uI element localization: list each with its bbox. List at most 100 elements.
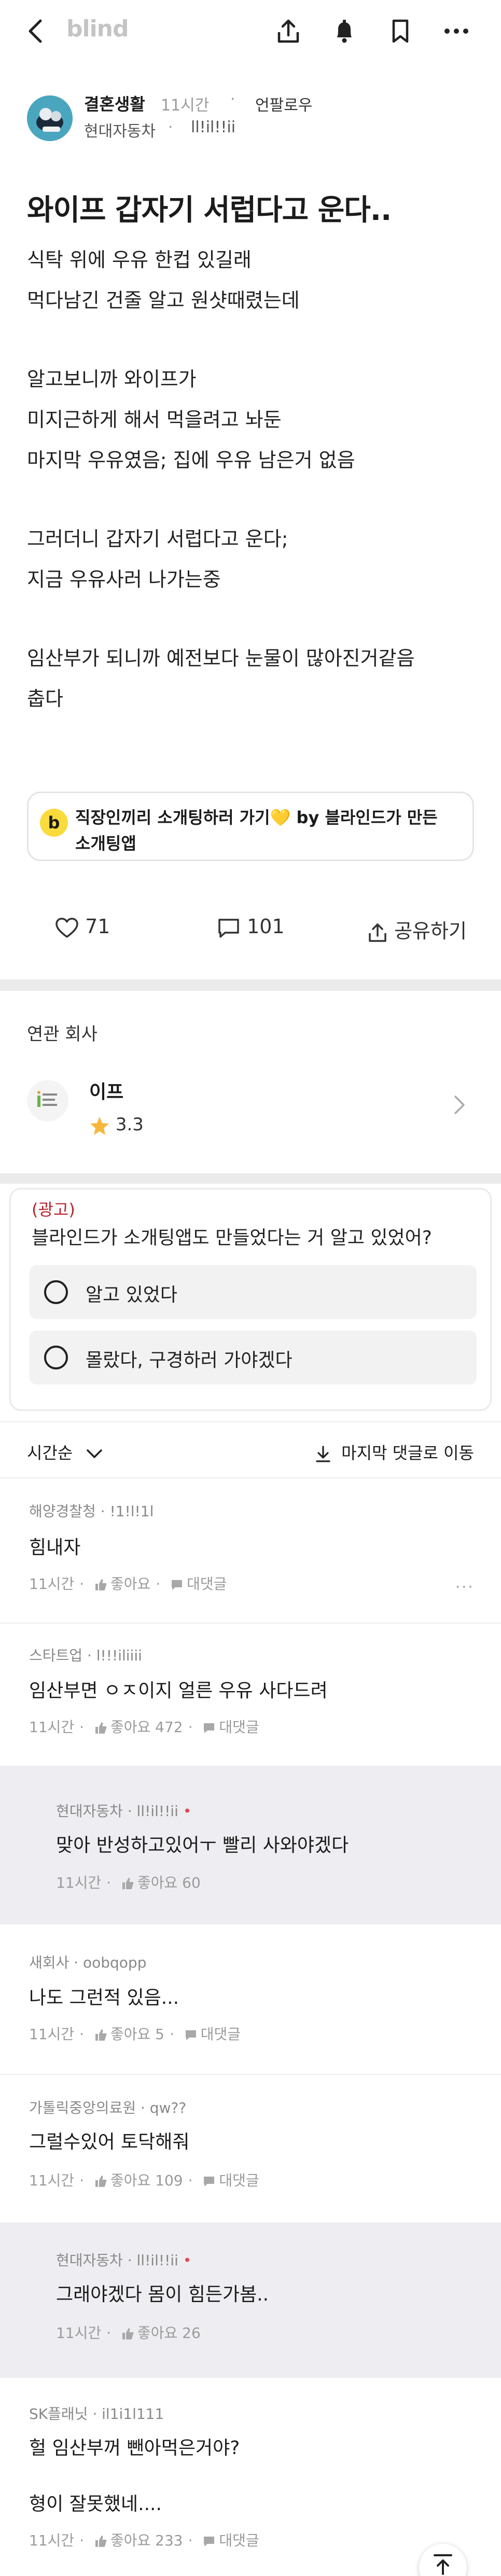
like-count: 71 bbox=[85, 915, 110, 938]
more-options-icon[interactable]: ··· bbox=[455, 1577, 474, 1597]
comment-text: 맞아 반성하고있어ㅜ 빨리 사와야겠다 bbox=[56, 1835, 349, 1856]
commenter-company[interactable]: SK플래닛 bbox=[29, 2405, 88, 2422]
comment-text: 그럴수있어 토닥해줘 bbox=[29, 2131, 190, 2153]
comment-like-button[interactable]: 좋아요 5 bbox=[94, 2026, 164, 2043]
comment-time: 11시간 bbox=[56, 1874, 102, 1891]
comment-meta: 새회사 · oobqopp bbox=[29, 1954, 147, 1971]
sort-dropdown[interactable]: 시간순 bbox=[27, 1440, 103, 1464]
share-button[interactable]: 공유하기 bbox=[367, 915, 467, 944]
comment-like-label: 좋아요 109 bbox=[110, 2172, 183, 2189]
reply-comment: 현대자동차 · ll!il!!ii • 그래야겠다 몸이 힘든가봄.. 11시간… bbox=[0, 2222, 501, 2378]
company-logo-image bbox=[37, 1091, 57, 1107]
commenter-company[interactable]: 해양경찰청 bbox=[29, 1503, 96, 1520]
section-divider bbox=[0, 1173, 501, 1184]
comment-reply-button[interactable]: 대댓글 bbox=[202, 2172, 259, 2189]
comment-text: 나도 그런적 있음... bbox=[29, 1987, 179, 2009]
more-options-icon[interactable] bbox=[442, 17, 471, 46]
rating-value: 3.3 bbox=[115, 1114, 144, 1135]
back-arrow-icon[interactable] bbox=[24, 18, 47, 45]
unfollow-button[interactable]: 언팔로우 bbox=[255, 92, 312, 115]
like-button[interactable]: 71 bbox=[55, 915, 110, 939]
section-divider bbox=[0, 979, 501, 991]
blind-b-icon: b bbox=[40, 809, 68, 837]
thumbs-up-icon bbox=[122, 1878, 134, 1889]
comment-button[interactable]: 101 bbox=[217, 915, 285, 939]
comment-icon bbox=[218, 918, 239, 938]
commenter-company[interactable]: 가톨릭중앙의료원 bbox=[29, 2099, 136, 2116]
poll-option[interactable]: 몰랐다, 구경하러 가야겠다 bbox=[30, 1331, 477, 1384]
comment-footer: 11시간 · 좋아요 233 · 대댓글 bbox=[29, 2532, 259, 2549]
comment-like-label: 좋아요 26 bbox=[137, 2324, 201, 2342]
star-icon bbox=[90, 1116, 109, 1135]
comment-meta: 해양경찰청 · !1!l!1l bbox=[29, 1503, 154, 1520]
speech-bubble-icon bbox=[172, 1580, 183, 1590]
comment-reply-label: 대댓글 bbox=[187, 1575, 227, 1592]
author-company[interactable]: 현대자동차 bbox=[84, 118, 156, 141]
ad-tag: (광고) bbox=[32, 1200, 75, 1220]
commenter-company[interactable]: 현대자동차 bbox=[56, 1803, 123, 1820]
comment-like-button[interactable]: 좋아요 bbox=[94, 1575, 150, 1592]
separator-dot: · bbox=[168, 118, 173, 136]
comment-like-button[interactable]: 좋아요 109 bbox=[94, 2172, 183, 2189]
bell-icon[interactable] bbox=[330, 17, 359, 46]
commenter-company[interactable]: 현대자동차 bbox=[56, 2252, 123, 2269]
banner-text-line: 소개팅앱 bbox=[75, 834, 136, 853]
related-company-name[interactable]: 이프 bbox=[89, 1077, 123, 1104]
dating-app-banner[interactable]: b 직장인끼리 소개팅하러 가기💛 by 블라인드가 만든 소개팅앱 bbox=[27, 792, 474, 861]
commenter-company[interactable]: 스타트업 bbox=[29, 1647, 82, 1664]
comment-like-button[interactable]: 좋아요 472 bbox=[94, 1719, 183, 1736]
comment-footer: 11시간 · 좋아요 26 bbox=[56, 2324, 201, 2342]
post-body-line: 임산부가 되니까 예전보다 눈물이 많아진거같음 bbox=[27, 647, 415, 670]
top-bar: blind bbox=[0, 0, 501, 62]
comment-reply-button[interactable]: 대댓글 bbox=[202, 2532, 259, 2549]
post-body-line: 지금 우유사러 나가는중 bbox=[27, 568, 221, 591]
comment-reply-label: 대댓글 bbox=[219, 2532, 259, 2549]
comment-like-button[interactable]: 좋아요 26 bbox=[121, 2324, 201, 2342]
comment-like-button[interactable]: 좋아요 60 bbox=[121, 1874, 201, 1891]
speech-bubble-icon bbox=[204, 2177, 215, 2186]
thumbs-up-icon bbox=[95, 2176, 107, 2187]
chevron-right-icon[interactable] bbox=[452, 1095, 467, 1115]
download-arrow-icon bbox=[316, 1446, 330, 1462]
company-logo[interactable] bbox=[27, 1080, 68, 1121]
commenter-company[interactable]: 새회사 bbox=[29, 1954, 69, 1971]
comment-reply-label: 대댓글 bbox=[200, 2026, 241, 2043]
arrow-up-icon bbox=[434, 2554, 452, 2575]
comment-footer: 11시간 · 좋아요 · 대댓글 bbox=[29, 1575, 227, 1592]
commenter-nickname: ll!il!!ii bbox=[136, 2252, 178, 2269]
comment-meta: 가톨릭중앙의료원 · qw?? bbox=[29, 2099, 187, 2116]
separator-dot: · bbox=[230, 90, 235, 108]
comment-time: 11시간 bbox=[29, 2026, 75, 2043]
comment-footer: 11시간 · 좋아요 5 · 대댓글 bbox=[29, 2026, 241, 2043]
reply-comment: 현대자동차 · ll!il!!ii • 맞아 반성하고있어ㅜ 빨리 사와야겠다 … bbox=[0, 1766, 501, 1924]
bookmark-icon[interactable] bbox=[386, 17, 415, 46]
scroll-to-top-button[interactable] bbox=[419, 2544, 467, 2576]
author-indicator-dot: • bbox=[183, 2252, 192, 2269]
board-name[interactable]: 결혼생활 bbox=[84, 91, 145, 115]
poll-option-label: 알고 있었다 bbox=[86, 1284, 178, 1306]
share-icon[interactable] bbox=[274, 17, 303, 46]
board-avatar[interactable] bbox=[27, 95, 73, 141]
poll-option[interactable]: 알고 있었다 bbox=[30, 1265, 477, 1319]
post-body-line: 미지근하게 해서 먹을려고 놔둔 bbox=[27, 408, 282, 431]
post-time: 11시간 bbox=[161, 96, 210, 115]
jump-to-last-comment[interactable]: 마지막 댓글로 이동 bbox=[315, 1440, 474, 1464]
commenter-nickname: il1i1l111 bbox=[102, 2405, 164, 2422]
comment-sort-bar: 시간순 마지막 댓글로 이동 bbox=[0, 1421, 501, 1478]
post-body-line: 식탁 위에 우유 한컵 있길래 bbox=[27, 248, 252, 271]
comment-like-button[interactable]: 좋아요 233 bbox=[94, 2532, 183, 2549]
comment-meta: 현대자동차 · ll!il!!ii • bbox=[56, 1803, 192, 1820]
comment: 새회사 · oobqopp 나도 그런적 있음... 11시간 · 좋아요 5 · … bbox=[0, 1924, 501, 2075]
comment-reply-button[interactable]: 대댓글 bbox=[184, 2026, 241, 2043]
post-actions: 71 101 공유하기 bbox=[0, 915, 501, 946]
comment-text: 그래야겠다 몸이 힘든가봄.. bbox=[56, 2284, 269, 2305]
ad-question: 블라인드가 소개팅앱도 만들었다는 거 알고 있었어? bbox=[32, 1227, 432, 1249]
comment-reply-button[interactable]: 대댓글 bbox=[202, 1719, 259, 1736]
comment-reply-button[interactable]: 대댓글 bbox=[170, 1575, 227, 1592]
post-body-line: 알고보니까 와이프가 bbox=[27, 368, 197, 391]
comment-footer: 11시간 · 좋아요 472 · 대댓글 bbox=[29, 1719, 259, 1736]
blind-logo[interactable]: blind bbox=[66, 16, 129, 42]
speech-bubble-icon bbox=[204, 2537, 215, 2546]
comment-text: 힘내자 bbox=[29, 1537, 81, 1558]
comment-time: 11시간 bbox=[29, 1719, 75, 1736]
